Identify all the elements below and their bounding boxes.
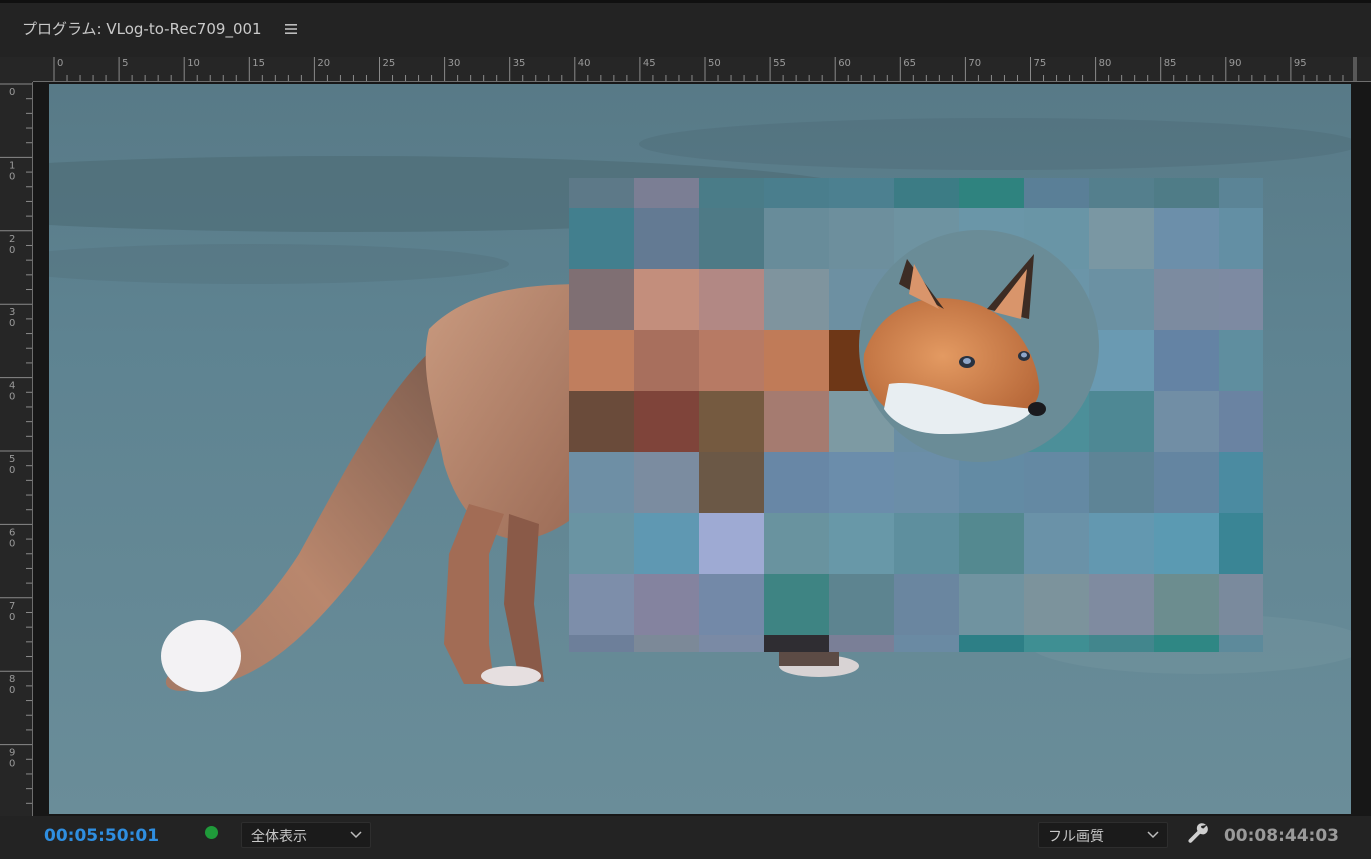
playback-quality-label: フル画質 — [1048, 829, 1104, 845]
ruler-label: 20 — [317, 58, 330, 69]
ruler-label: 2 — [9, 234, 15, 245]
ruler-label: 30 — [448, 58, 461, 69]
ruler-label: 25 — [383, 58, 396, 69]
ruler-label: 0 — [9, 538, 15, 549]
ruler-label: 0 — [9, 245, 15, 256]
video-frame-image — [49, 84, 1351, 814]
ruler-label: 55 — [773, 58, 786, 69]
vertical-ruler[interactable]: 0102030405060708090 — [0, 82, 33, 816]
ruler-label: 8 — [9, 674, 15, 685]
vertical-ruler-ticks: 0102030405060708090 — [0, 83, 33, 804]
ruler-label: 0 — [9, 465, 15, 476]
ruler-label: 0 — [9, 87, 15, 98]
ruler-label: 80 — [1099, 58, 1112, 69]
zoom-level-select[interactable]: 全体表示 — [241, 822, 371, 848]
playback-quality-select[interactable]: フル画質 — [1038, 822, 1168, 848]
program-monitor-footer: 00:05:50:01 全体表示 フル画質 00:08:44:03 — [0, 816, 1371, 859]
duration-timecode: 00:08:44:03 — [1223, 826, 1339, 846]
ruler-label: 90 — [1229, 58, 1242, 69]
ruler-label: 60 — [838, 58, 851, 69]
ruler-label: 0 — [9, 318, 15, 329]
ruler-label: 85 — [1164, 58, 1177, 69]
ruler-label: 15 — [252, 58, 265, 69]
ruler-label: 6 — [9, 527, 15, 538]
program-monitor-canvas[interactable] — [33, 82, 1371, 816]
ruler-label: 4 — [9, 381, 15, 392]
ruler-label: 40 — [578, 58, 591, 69]
ruler-label: 7 — [9, 601, 15, 612]
ruler-label: 1 — [9, 160, 15, 171]
panel-title[interactable]: プログラム: VLog-to-Rec709_001 — [22, 18, 262, 39]
ruler-label: 5 — [122, 58, 128, 69]
hamburger-menu-icon[interactable] — [284, 22, 298, 36]
ruler-label: 65 — [903, 58, 916, 69]
ruler-label: 45 — [643, 58, 656, 69]
ruler-label: 0 — [9, 612, 15, 623]
zoom-level-label: 全体表示 — [251, 829, 307, 845]
ruler-label: 10 — [187, 58, 200, 69]
fox-head-reveal — [859, 230, 1099, 462]
status-indicator-dot — [205, 826, 218, 839]
video-frame — [49, 84, 1351, 814]
ruler-label: 0 — [9, 392, 15, 403]
program-monitor-header: プログラム: VLog-to-Rec709_001 — [0, 3, 1371, 57]
ruler-label: 0 — [9, 685, 15, 696]
chevron-down-icon — [1147, 831, 1159, 839]
ruler-label: 0 — [57, 58, 63, 69]
current-timecode[interactable]: 00:05:50:01 — [44, 826, 159, 846]
ruler-label: 3 — [9, 307, 15, 318]
ruler-label: 50 — [708, 58, 721, 69]
wrench-icon[interactable] — [1186, 821, 1210, 845]
horizontal-ruler[interactable]: 0 5 10 15 20 25 30 35 40 45 50 55 60 65 70 75 80 85 90 95 — [33, 57, 1371, 82]
ruler-label: 35 — [513, 58, 526, 69]
chevron-down-icon — [350, 831, 362, 839]
ruler-label: 95 — [1294, 58, 1307, 69]
ruler-label: 75 — [1034, 58, 1047, 69]
ruler-label: 9 — [9, 748, 15, 759]
horizontal-ruler-ticks: 0 5 10 15 20 25 30 35 40 45 50 55 60 65 70 75 80 85 90 95 — [53, 57, 1357, 82]
ruler-label: 70 — [968, 58, 981, 69]
ruler-corner — [0, 57, 33, 82]
ruler-label: 5 — [9, 454, 15, 465]
ruler-label: 0 — [9, 171, 15, 182]
ruler-label: 0 — [9, 759, 15, 770]
